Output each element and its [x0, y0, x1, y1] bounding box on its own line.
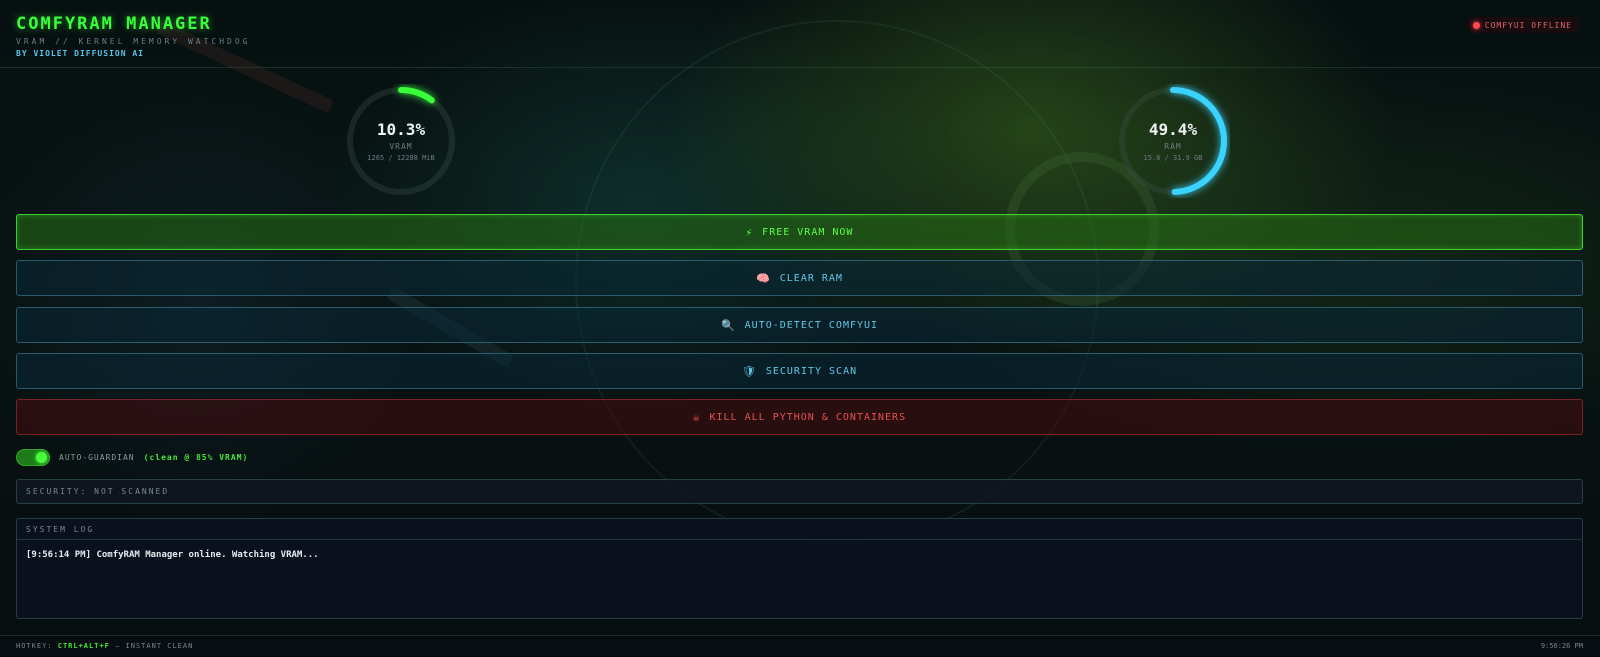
- log-entry: [9:56:14 PM] ComfyRAM Manager online. Wa…: [17, 540, 1582, 560]
- clear-ram-button[interactable]: 🧠 CLEAR RAM: [16, 260, 1583, 296]
- ram-label: RAM: [1116, 142, 1230, 151]
- clear-ram-label: CLEAR RAM: [780, 273, 843, 284]
- comfyui-status-badge: COMFYUI OFFLINE: [1467, 17, 1580, 33]
- app-byline: BY VIOLET DIFFUSION AI: [16, 49, 144, 58]
- app-window: COMFYRAM MANAGER VRAM // KERNEL MEMORY W…: [0, 0, 1600, 656]
- vram-detail: 1265 / 12288 MiB: [344, 154, 458, 162]
- hotkey-prefix: HOTKEY:: [16, 642, 53, 650]
- kill-all-button[interactable]: ☠ KILL ALL PYTHON & CONTAINERS: [16, 399, 1583, 435]
- vram-gauge-ring: [344, 84, 458, 198]
- ram-percent: 49.4%: [1116, 120, 1230, 139]
- footer-clock: 9:56:26 PM: [1541, 642, 1583, 650]
- comfyui-status-text: COMFYUI OFFLINE: [1485, 21, 1572, 30]
- hotkey-keys: CTRL+ALT+F: [58, 642, 110, 650]
- app-title: COMFYRAM MANAGER: [16, 14, 212, 34]
- system-log-panel: SYSTEM LOG [9:56:14 PM] ComfyRAM Manager…: [16, 518, 1583, 619]
- vram-label: VRAM: [344, 142, 458, 151]
- vram-percent: 10.3%: [344, 120, 458, 139]
- hotkey-hint: HOTKEY: CTRL+ALT+F — INSTANT CLEAN: [16, 642, 193, 650]
- ram-gauge-ring: [1116, 84, 1230, 198]
- auto-detect-label: AUTO-DETECT COMFYUI: [745, 320, 878, 331]
- free-vram-button[interactable]: ⚡ FREE VRAM NOW: [16, 214, 1583, 250]
- kill-all-label: KILL ALL PYTHON & CONTAINERS: [710, 412, 907, 423]
- free-vram-label: FREE VRAM NOW: [762, 227, 853, 238]
- footer-bar: HOTKEY: CTRL+ALT+F — INSTANT CLEAN 9:56:…: [0, 635, 1600, 657]
- security-scan-button[interactable]: 🛡 SECURITY SCAN: [16, 353, 1583, 389]
- security-status-panel: SECURITY: NOT SCANNED: [16, 479, 1583, 504]
- auto-guardian-label: AUTO-GUARDIAN: [59, 453, 135, 462]
- brain-icon: 🧠: [756, 272, 771, 285]
- security-scan-label: SECURITY SCAN: [766, 366, 857, 377]
- skull-icon: ☠: [693, 411, 701, 424]
- app-subtitle: VRAM // KERNEL MEMORY WATCHDOG: [16, 37, 251, 46]
- system-log-header: SYSTEM LOG: [17, 519, 1582, 540]
- auto-guardian-threshold: (clean @ 85% VRAM): [144, 453, 249, 462]
- security-status-text: SECURITY: NOT SCANNED: [26, 487, 169, 496]
- auto-guardian-row: AUTO-GUARDIAN (clean @ 85% VRAM): [16, 449, 248, 465]
- toggle-knob: [36, 452, 47, 463]
- shield-icon: 🛡: [742, 365, 757, 378]
- status-dot-icon: [1473, 22, 1480, 29]
- lightning-icon: ⚡: [746, 226, 754, 239]
- ram-detail: 15.8 / 31.9 GB: [1116, 154, 1230, 162]
- vram-gauge: 10.3% VRAM 1265 / 12288 MiB: [344, 84, 458, 198]
- header-bar: COMFYRAM MANAGER VRAM // KERNEL MEMORY W…: [0, 0, 1600, 68]
- ram-gauge: 49.4% RAM 15.8 / 31.9 GB: [1116, 84, 1230, 198]
- auto-guardian-toggle[interactable]: [16, 449, 50, 466]
- auto-detect-comfyui-button[interactable]: 🔍 AUTO-DETECT COMFYUI: [16, 307, 1583, 343]
- magnifier-icon: 🔍: [721, 319, 736, 332]
- hotkey-suffix: — INSTANT CLEAN: [115, 642, 193, 650]
